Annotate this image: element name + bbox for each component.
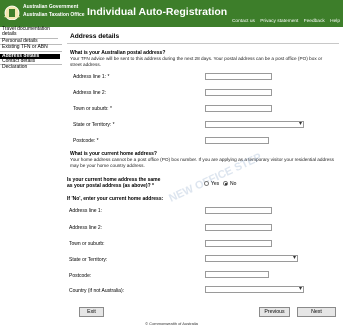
app-title: Individual Auto-Registration	[87, 6, 228, 18]
home-postcode-label: Postcode:	[69, 273, 92, 279]
home-address-line-2-input[interactable]	[205, 224, 272, 231]
section-title: Address details	[70, 33, 120, 40]
postal-postcode-label: Postcode: *	[73, 138, 99, 144]
home-country-select[interactable]	[205, 285, 304, 293]
postal-postcode-input[interactable]	[205, 137, 269, 144]
home-town-input[interactable]	[205, 240, 272, 247]
same-address-yes-label[interactable]: Yes	[211, 181, 219, 187]
home-state-label: State or Territory:	[69, 257, 108, 263]
exit-button[interactable]: Exit	[79, 307, 104, 317]
home-postcode-input[interactable]	[205, 271, 269, 278]
postal-help-text: Your TFN advice will be sent to this add…	[70, 56, 323, 67]
section-divider	[67, 43, 339, 44]
help-link[interactable]: Help	[330, 19, 340, 24]
home-country-label: Country (if not Australia):	[69, 288, 125, 294]
home-address-line-1-label: Address line 1:	[69, 208, 103, 214]
same-address-yes-radio[interactable]	[204, 181, 209, 186]
home-help-text: Your home address cannot be a post offic…	[70, 157, 334, 168]
next-button[interactable]: Next	[297, 307, 336, 317]
if-no-instruction: If 'No', enter your current home address…	[67, 196, 164, 202]
postal-address-line-1-input[interactable]	[205, 73, 272, 80]
home-address-line-2-label: Address line 2:	[69, 225, 103, 231]
postal-state-select[interactable]	[205, 120, 304, 128]
gov-line-2: Australian Taxation Office	[23, 12, 85, 18]
postal-town-label: Town or suburb: *	[73, 106, 112, 112]
footer-copyright: © Commonwealth of Australia	[145, 321, 198, 326]
contact-us-link[interactable]: Contact us	[232, 19, 255, 24]
home-state-select[interactable]	[205, 254, 298, 262]
feedback-link[interactable]: Feedback	[304, 19, 325, 24]
same-address-question-line-2: as your postal address (as above)? *	[67, 183, 154, 189]
home-address-line-1-input[interactable]	[205, 207, 272, 214]
home-town-label: Town or suburb:	[69, 241, 105, 247]
same-address-no-radio[interactable]	[223, 181, 228, 186]
postal-address-line-2-input[interactable]	[205, 89, 272, 96]
privacy-statement-link[interactable]: Privacy statement	[260, 19, 298, 24]
postal-address-line-1-label: Address line 1: *	[73, 74, 110, 80]
postal-state-label: State or Territory: *	[73, 122, 115, 128]
same-address-no-label[interactable]: No	[230, 181, 236, 187]
postal-town-input[interactable]	[205, 105, 272, 112]
gov-line-1: Australian Government	[23, 4, 79, 10]
nav-item-existing-tfn[interactable]: Existing TFN or ABN	[0, 44, 62, 52]
left-nav: Travel documentation details Personal de…	[0, 26, 62, 333]
top-links: Contact us Privacy statement Feedback He…	[228, 19, 340, 24]
postal-address-line-2-label: Address line 2:	[73, 90, 107, 96]
nav-item-declaration[interactable]: Declaration	[0, 65, 62, 71]
previous-button[interactable]: Previous	[259, 307, 290, 317]
